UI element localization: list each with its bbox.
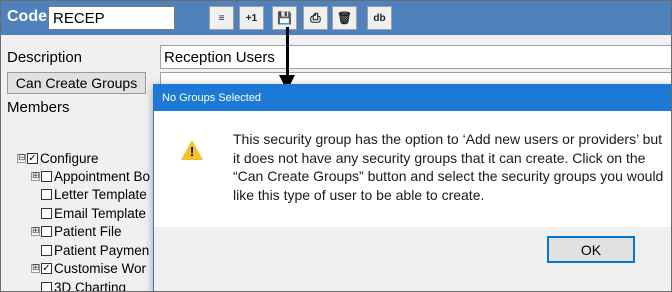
tree-item[interactable]: Email Template <box>31 204 146 222</box>
plus-one-button[interactable]: +1 <box>239 6 264 30</box>
checkbox-checked[interactable]: ✓ <box>41 262 52 274</box>
code-input[interactable] <box>48 6 175 30</box>
tree-item-label: Appointment Bo <box>54 168 151 184</box>
tree-item[interactable]: ⊞ Patient File <box>31 222 122 240</box>
trash-icon: 🗑 <box>336 11 353 25</box>
tree-item[interactable]: 3D Charting <box>31 278 127 292</box>
align-left-icon: ≡ <box>218 12 225 24</box>
expand-icon[interactable]: ⊞ <box>31 263 40 273</box>
print-button[interactable]: ⎙ <box>303 6 328 30</box>
tree-item-label: 3D Charting <box>54 279 127 292</box>
members-label: Members <box>7 99 70 116</box>
can-create-groups-button[interactable]: Can Create Groups <box>7 72 146 94</box>
collapse-icon[interactable]: ⊟ <box>17 153 26 163</box>
tree-item-label: Patient File <box>54 223 122 239</box>
app-window: Code ≡ +1 💾 ⎙ 🗑 db Description Can Creat… <box>0 0 672 292</box>
tree-item-label: Patient Paymen <box>54 242 150 258</box>
top-toolbar: Code ≡ +1 💾 ⎙ 🗑 db <box>1 1 671 35</box>
tree-item-label: Letter Template <box>54 186 147 202</box>
tree-item[interactable]: ⊞ ✓ Customise Wor <box>31 259 146 277</box>
code-label: Code <box>7 8 47 25</box>
ok-button[interactable]: OK <box>547 236 635 263</box>
tree-item[interactable]: Patient Paymen <box>31 241 149 259</box>
checkbox[interactable] <box>41 225 52 237</box>
checkbox[interactable] <box>41 207 52 219</box>
warning-exclamation: ! <box>189 144 195 159</box>
no-groups-dialog: No Groups Selected ! This security group… <box>153 84 671 291</box>
checkbox[interactable] <box>41 281 52 291</box>
tree-item[interactable]: Letter Template <box>31 185 147 203</box>
dialog-message: This security group has the option to ‘A… <box>233 131 664 203</box>
db-button[interactable]: db <box>367 6 392 30</box>
checkbox[interactable] <box>41 244 52 256</box>
members-tree: ⊟ ✓ Configure ⊞ Appointment Bo Letter Te… <box>1 141 156 292</box>
tree-item-label: Email Template <box>54 205 147 221</box>
dialog-title: No Groups Selected <box>154 85 671 111</box>
expand-icon[interactable]: ⊞ <box>31 171 40 181</box>
checkbox[interactable] <box>41 188 52 200</box>
checkbox-checked[interactable]: ✓ <box>27 152 38 164</box>
tree-item[interactable]: ⊟ ✓ Configure <box>17 149 99 167</box>
save-button[interactable]: 💾 <box>272 6 297 30</box>
expand-icon[interactable]: ⊞ <box>31 226 40 236</box>
db-icon: db <box>373 12 386 24</box>
checkbox[interactable] <box>41 170 52 182</box>
tree-item-label: Customise Wor <box>54 260 147 276</box>
description-label: Description <box>7 49 83 66</box>
tree-item-label: Configure <box>40 150 99 166</box>
print-icon: ⎙ <box>310 10 321 25</box>
tree-item[interactable]: ⊞ Appointment Bo <box>31 167 150 185</box>
callout-arrow-line <box>286 27 289 79</box>
description-input[interactable] <box>160 45 671 69</box>
align-left-button[interactable]: ≡ <box>209 6 234 30</box>
floppy-disk-icon: 💾 <box>277 11 292 25</box>
plus-one-icon: +1 <box>245 12 258 24</box>
delete-button[interactable]: 🗑 <box>332 6 357 30</box>
